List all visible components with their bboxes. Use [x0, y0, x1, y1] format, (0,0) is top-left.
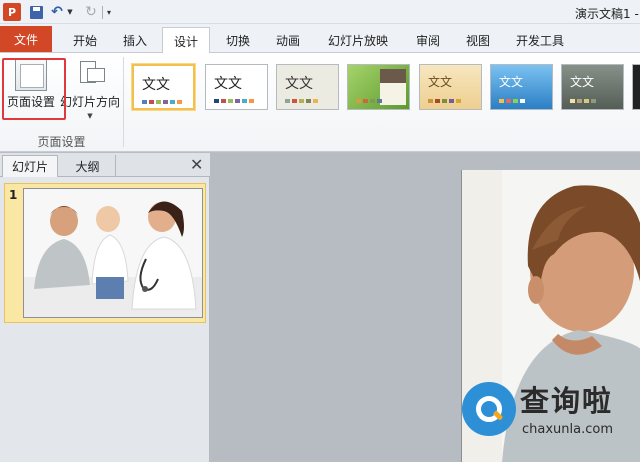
slide-thumbnail-image: [23, 188, 203, 318]
theme-thumbnail-8[interactable]: [632, 64, 640, 110]
group-divider: [123, 57, 124, 147]
ribbon-tabs: 文件 开始 插入 设计 切换 动画 幻灯片放映 审阅 视图 开发工具: [0, 24, 640, 54]
theme-thumbnail-5[interactable]: 文文: [419, 64, 482, 110]
powerpoint-logo-icon[interactable]: P: [3, 3, 21, 21]
title-bar: P ↶ ▼ ↻ ▾ 演示文稿1 -: [0, 0, 640, 24]
save-icon[interactable]: [27, 3, 45, 21]
theme-label: 文文: [499, 75, 524, 89]
theme-colors: [499, 99, 525, 103]
slide-orientation-label: 幻灯片方向: [60, 95, 121, 109]
close-icon[interactable]: ✕: [190, 155, 203, 174]
theme-label: 文文: [428, 75, 453, 89]
tab-developer[interactable]: 开发工具: [508, 27, 572, 53]
slide-orientation-button[interactable]: 幻灯片方向 ▼: [60, 57, 120, 123]
tab-home[interactable]: 开始: [63, 27, 107, 53]
watermark-domain: chaxunla.com: [522, 422, 613, 437]
theme-colors: [142, 100, 182, 104]
tab-animations[interactable]: 动画: [266, 27, 310, 53]
theme-accent-block: [380, 69, 406, 83]
theme-accent-block: [380, 83, 406, 105]
theme-thumbnail-3[interactable]: 文文: [276, 64, 339, 110]
quick-access-divider: [102, 6, 103, 19]
page-setup-highlight: [2, 58, 66, 120]
slide-thumbnail[interactable]: [4, 183, 206, 323]
theme-label: 文文: [570, 75, 595, 89]
slide-number: 1: [9, 188, 18, 202]
undo-icon[interactable]: ↶: [48, 3, 66, 21]
tab-transitions[interactable]: 切换: [216, 27, 260, 53]
theme-colors: [285, 99, 318, 103]
watermark-logo-icon: [462, 382, 516, 436]
panel-tabs: 幻灯片 大纲 ✕: [0, 153, 210, 177]
theme-colors: [428, 99, 461, 103]
watermark: 查询啦 chaxunla.com: [462, 374, 632, 444]
theme-thumbnail-2[interactable]: 文文: [205, 64, 268, 110]
tab-design[interactable]: 设计: [162, 27, 210, 54]
theme-thumbnail-7[interactable]: 文文: [561, 64, 624, 110]
tab-review[interactable]: 审阅: [406, 27, 450, 53]
tab-outline[interactable]: 大纲: [60, 155, 116, 177]
theme-thumbnail-4[interactable]: [347, 64, 410, 110]
watermark-text: 查询啦: [520, 384, 614, 418]
page-setup-group-label: 页面设置: [37, 135, 86, 149]
theme-thumbnail-1[interactable]: 文文: [132, 64, 195, 110]
tab-insert[interactable]: 插入: [113, 27, 157, 53]
document-title: 演示文稿1 -: [575, 7, 639, 21]
redo-icon[interactable]: ↻: [82, 3, 100, 21]
ribbon-design: 页面设置 幻灯片方向 ▼ 页面设置 文文 文文 文文 文文 文文 文文: [0, 53, 640, 152]
theme-colors: [570, 99, 596, 103]
theme-label: 文文: [285, 76, 313, 92]
undo-dropdown-icon[interactable]: ▼: [66, 3, 74, 21]
tab-view[interactable]: 视图: [456, 27, 500, 53]
slide-orientation-icon: [74, 59, 106, 91]
theme-colors: [214, 99, 254, 103]
tab-slideshow[interactable]: 幻灯片放映: [320, 27, 396, 53]
tab-slides[interactable]: 幻灯片: [2, 155, 58, 177]
customize-quick-access-icon[interactable]: ▾: [104, 3, 114, 21]
theme-colors: [356, 99, 382, 103]
tab-file[interactable]: 文件: [0, 26, 52, 52]
theme-label: 文文: [214, 76, 242, 92]
doctor-photo-icon: [24, 189, 202, 317]
theme-thumbnail-6[interactable]: 文文: [490, 64, 553, 110]
theme-label: 文文: [142, 77, 170, 93]
chevron-down-icon: ▼: [87, 112, 93, 120]
